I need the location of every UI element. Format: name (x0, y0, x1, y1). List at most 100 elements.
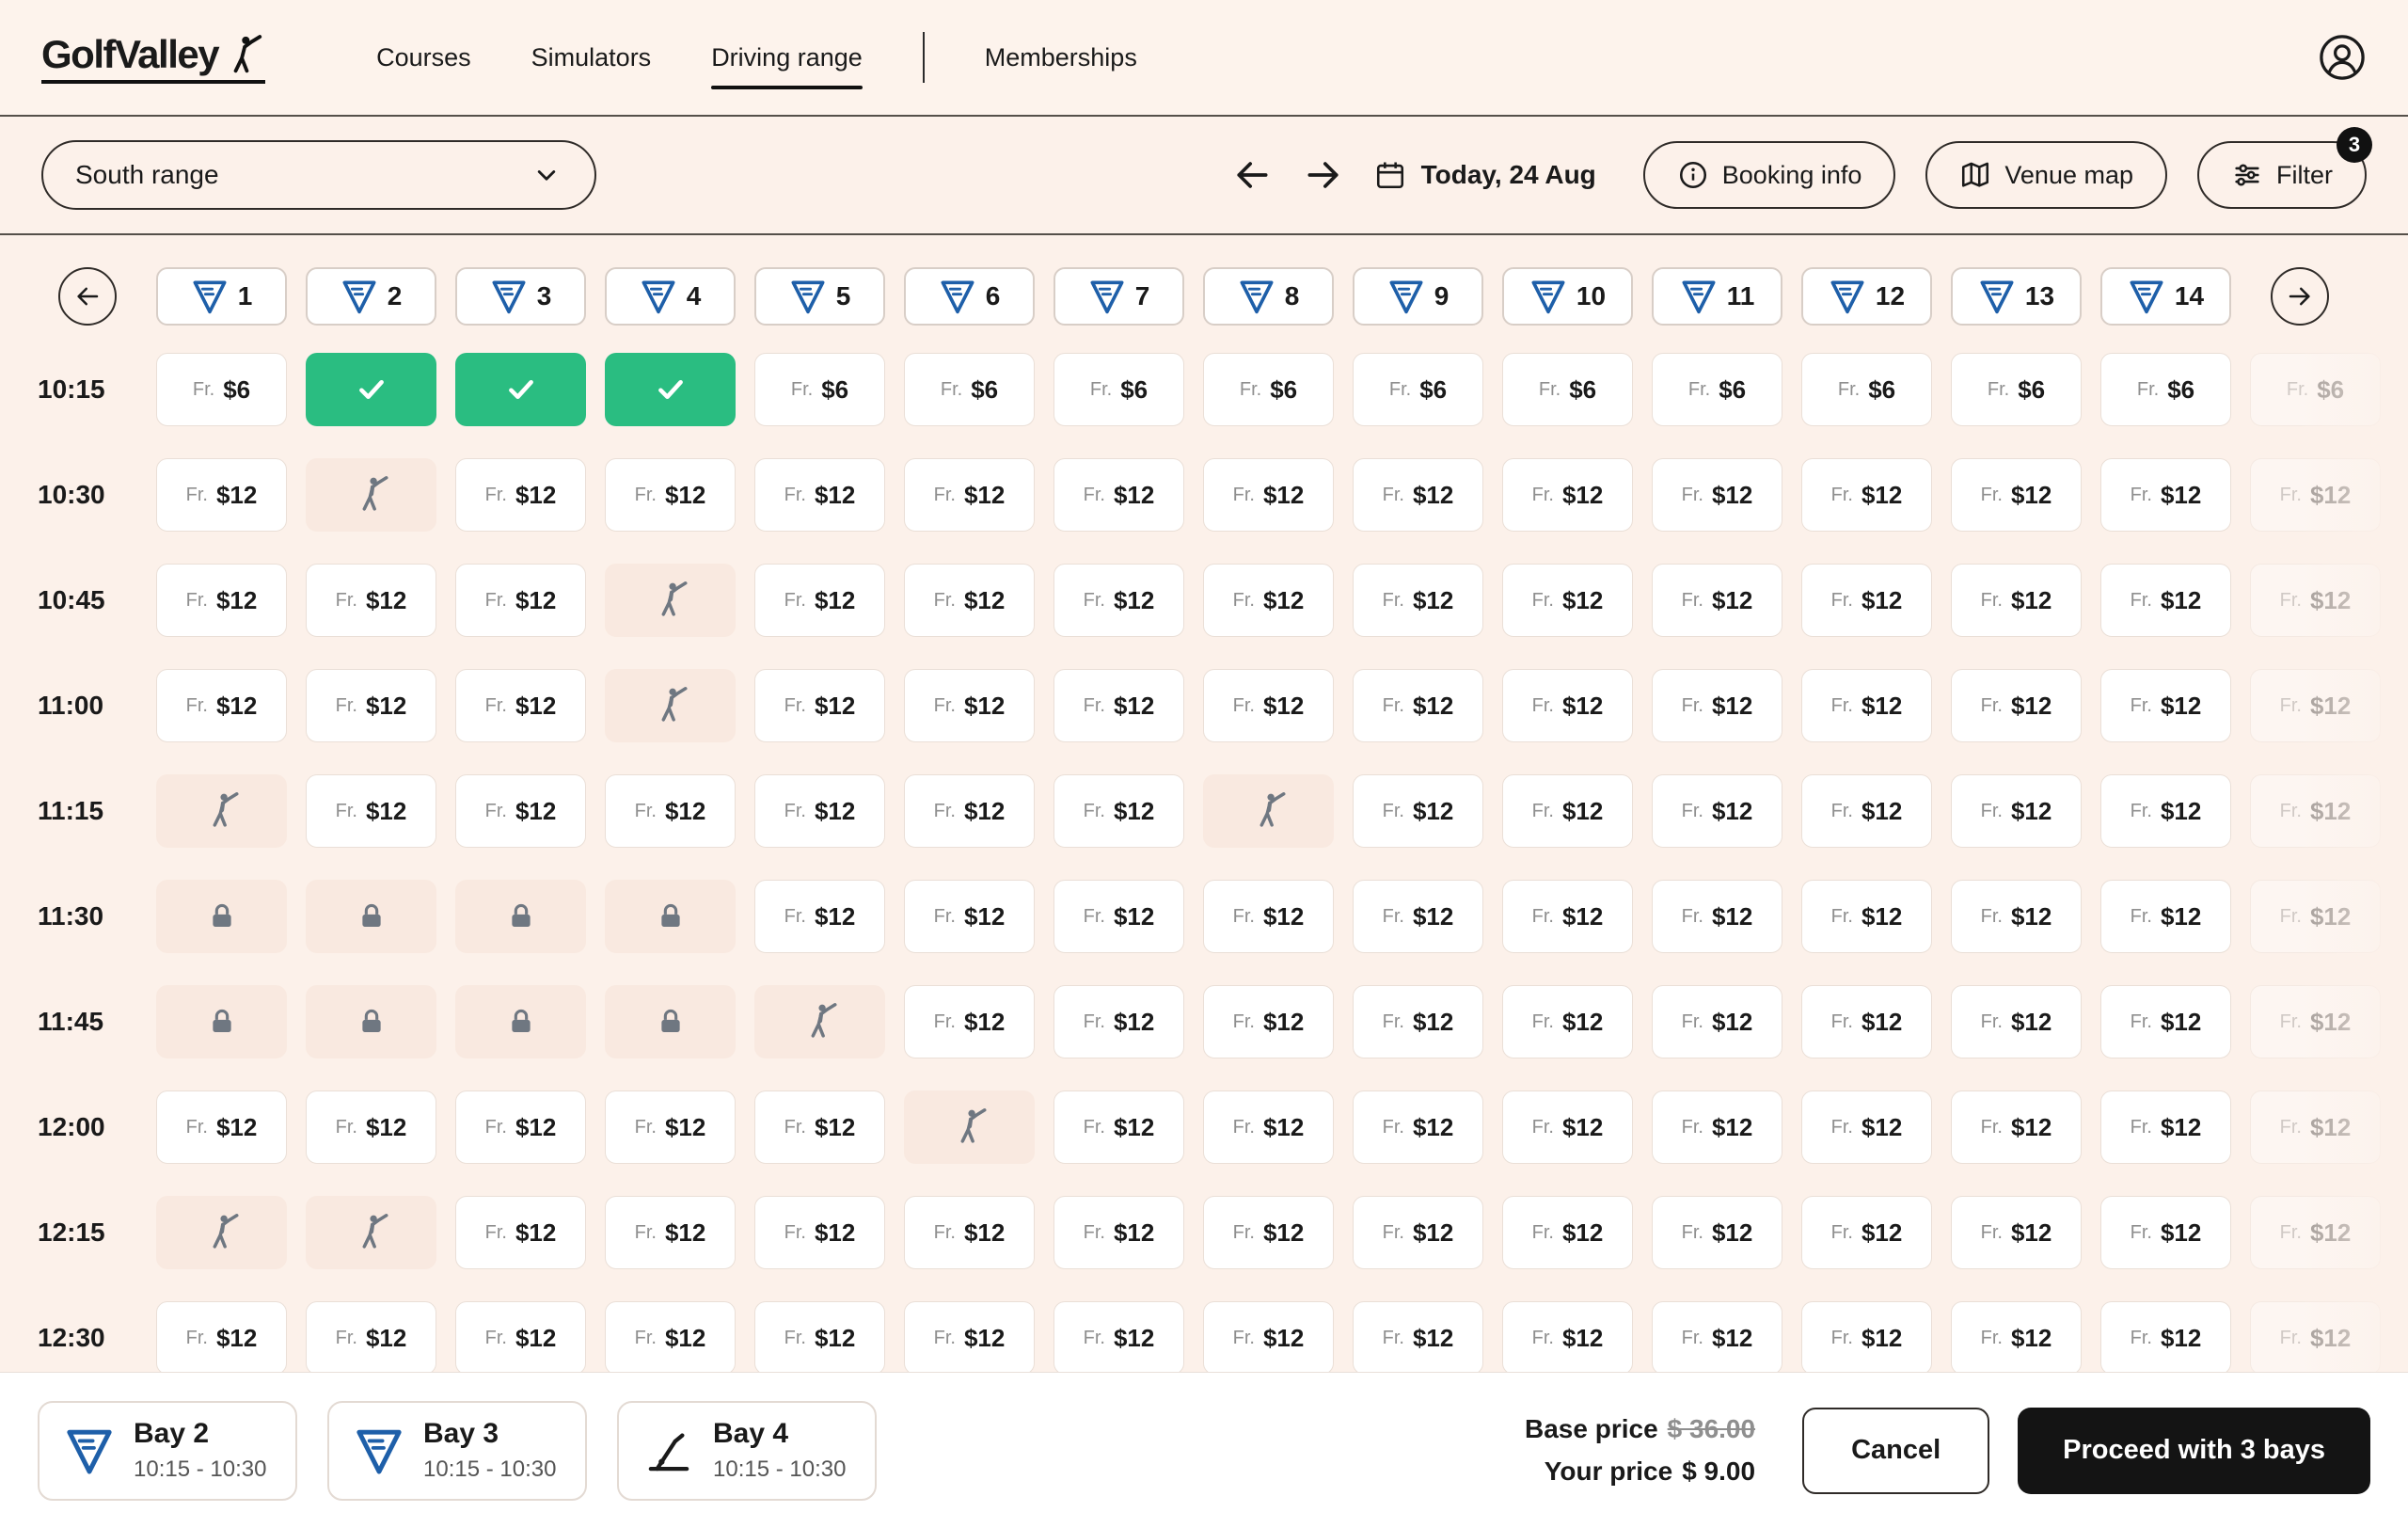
slot-available[interactable]: Fr.$12 (1951, 458, 2082, 532)
slot-available[interactable]: Fr.$12 (1203, 1301, 1334, 1372)
slot-available[interactable]: Fr.$12 (1353, 669, 1483, 742)
slot-available[interactable]: Fr.$12 (455, 458, 586, 532)
slot-available[interactable]: Fr.$12 (1652, 880, 1782, 953)
slot-available[interactable]: Fr.$12 (1054, 1196, 1184, 1269)
slot-available[interactable]: Fr.$6 (754, 353, 885, 426)
slot-available[interactable]: Fr.$12 (754, 1196, 885, 1269)
slot-available[interactable]: Fr.$12 (1054, 669, 1184, 742)
logo[interactable]: GolfValley (41, 32, 265, 84)
bay-header-1[interactable]: 1 (156, 267, 287, 326)
slot-available[interactable]: Fr.$12 (1652, 774, 1782, 848)
booking-info-button[interactable]: Booking info (1643, 141, 1896, 209)
slot-available[interactable]: Fr.$12 (1054, 564, 1184, 637)
slot-available[interactable]: Fr.$12 (455, 564, 586, 637)
slot-available[interactable]: Fr.$6 (904, 353, 1035, 426)
slot-available[interactable]: Fr.$12 (1502, 564, 1633, 637)
bay-header-7[interactable]: 7 (1054, 267, 1184, 326)
slot-available[interactable]: Fr.$12 (904, 1301, 1035, 1372)
slot-available[interactable]: Fr.$12 (2100, 669, 2231, 742)
slot-available[interactable]: Fr.$12 (1801, 1196, 1932, 1269)
slot-available[interactable]: Fr.$12 (1951, 1090, 2082, 1164)
slot-available[interactable]: Fr.$12 (1353, 1196, 1483, 1269)
slot-available[interactable]: Fr.$12 (1801, 1090, 1932, 1164)
slot-available[interactable]: Fr.$12 (1203, 669, 1334, 742)
slot-available[interactable]: Fr.$12 (904, 774, 1035, 848)
slot-available[interactable]: Fr.$12 (156, 458, 287, 532)
nav-item-courses[interactable]: Courses (376, 43, 471, 72)
slot-available[interactable]: Fr.$12 (1353, 880, 1483, 953)
bay-header-9[interactable]: 9 (1353, 267, 1483, 326)
slot-available[interactable]: Fr.$12 (1801, 1301, 1932, 1372)
slot-available[interactable]: Fr.$12 (904, 880, 1035, 953)
slot-selected[interactable] (306, 353, 436, 426)
bay-header-5[interactable]: 5 (754, 267, 885, 326)
slot-available[interactable]: Fr.$12 (1801, 985, 1932, 1058)
bay-header-13[interactable]: 13 (1951, 267, 2082, 326)
bay-header-10[interactable]: 10 (1502, 267, 1633, 326)
slot-available[interactable]: Fr.$12 (1652, 564, 1782, 637)
slot-available[interactable]: Fr.$12 (1801, 564, 1932, 637)
slot-available[interactable]: Fr.$12 (306, 564, 436, 637)
slot-available[interactable]: Fr.$12 (1652, 1301, 1782, 1372)
slot-available[interactable]: Fr.$12 (1054, 774, 1184, 848)
slot-available[interactable]: Fr.$12 (1203, 458, 1334, 532)
slot-available[interactable]: Fr.$12 (1203, 1196, 1334, 1269)
slot-available[interactable]: Fr.$12 (1353, 458, 1483, 532)
slot-available[interactable]: Fr.$12 (2100, 1301, 2231, 1372)
slot-available[interactable]: Fr.$12 (1801, 880, 1932, 953)
selected-bay-chip[interactable]: Bay 410:15 - 10:30 (617, 1401, 877, 1501)
slot-available[interactable]: Fr.$12 (904, 1196, 1035, 1269)
slot-available[interactable]: Fr.$6 (1801, 353, 1932, 426)
account-button[interactable] (2318, 33, 2367, 82)
slot-available[interactable]: Fr.$12 (2100, 880, 2231, 953)
slot-available[interactable]: Fr.$12 (306, 1301, 436, 1372)
bay-header-2[interactable]: 2 (306, 267, 436, 326)
slot-available[interactable]: Fr.$12 (1951, 1301, 2082, 1372)
slot-available[interactable]: Fr.$12 (1502, 458, 1633, 532)
slot-available[interactable]: Fr.$12 (306, 774, 436, 848)
slot-available[interactable]: Fr.$12 (1203, 985, 1334, 1058)
bay-header-3[interactable]: 3 (455, 267, 586, 326)
slot-available[interactable]: Fr.$6 (1951, 353, 2082, 426)
slot-available[interactable]: Fr.$12 (455, 774, 586, 848)
slot-available[interactable]: Fr.$6 (1353, 353, 1483, 426)
slot-available[interactable]: Fr.$12 (306, 669, 436, 742)
bay-header-6[interactable]: 6 (904, 267, 1035, 326)
slot-selected[interactable] (605, 353, 736, 426)
bay-header-12[interactable]: 12 (1801, 267, 1932, 326)
slot-available[interactable]: Fr.$12 (1054, 1090, 1184, 1164)
slot-available[interactable]: Fr.$12 (2250, 564, 2381, 637)
slot-available[interactable]: Fr.$12 (1502, 985, 1633, 1058)
slot-available[interactable]: Fr.$12 (455, 1301, 586, 1372)
slot-available[interactable]: Fr.$12 (1353, 564, 1483, 637)
scroll-bays-right-button[interactable] (2271, 267, 2329, 326)
slot-available[interactable]: Fr.$6 (1652, 353, 1782, 426)
slot-available[interactable]: Fr.$12 (1502, 1301, 1633, 1372)
slot-available[interactable]: Fr.$6 (156, 353, 287, 426)
slot-available[interactable]: Fr.$12 (904, 669, 1035, 742)
filter-button[interactable]: Filter 3 (2197, 141, 2367, 209)
slot-available[interactable]: Fr.$12 (1054, 458, 1184, 532)
slot-available[interactable]: Fr.$12 (156, 564, 287, 637)
slot-available[interactable]: Fr.$12 (2100, 774, 2231, 848)
slot-available[interactable]: Fr.$12 (2250, 458, 2381, 532)
slot-available[interactable]: Fr.$12 (2250, 1301, 2381, 1372)
slot-available[interactable]: Fr.$12 (2250, 1090, 2381, 1164)
slot-available[interactable]: Fr.$12 (156, 669, 287, 742)
bay-header-8[interactable]: 8 (1203, 267, 1334, 326)
slot-available[interactable]: Fr.$12 (605, 1090, 736, 1164)
scroll-bays-left-button[interactable] (58, 267, 117, 326)
slot-available[interactable]: Fr.$12 (455, 1196, 586, 1269)
slot-available[interactable]: Fr.$12 (904, 564, 1035, 637)
slot-available[interactable]: Fr.$12 (2250, 985, 2381, 1058)
slot-available[interactable]: Fr.$12 (1353, 985, 1483, 1058)
slot-available[interactable]: Fr.$12 (754, 669, 885, 742)
slot-available[interactable]: Fr.$12 (754, 774, 885, 848)
slot-available[interactable]: Fr.$12 (1951, 669, 2082, 742)
slot-available[interactable]: Fr.$12 (455, 1090, 586, 1164)
slot-available[interactable]: Fr.$12 (1801, 669, 1932, 742)
slot-available[interactable]: Fr.$12 (754, 880, 885, 953)
slot-available[interactable]: Fr.$12 (1054, 1301, 1184, 1372)
slot-selected[interactable] (455, 353, 586, 426)
slot-available[interactable]: Fr.$6 (1502, 353, 1633, 426)
